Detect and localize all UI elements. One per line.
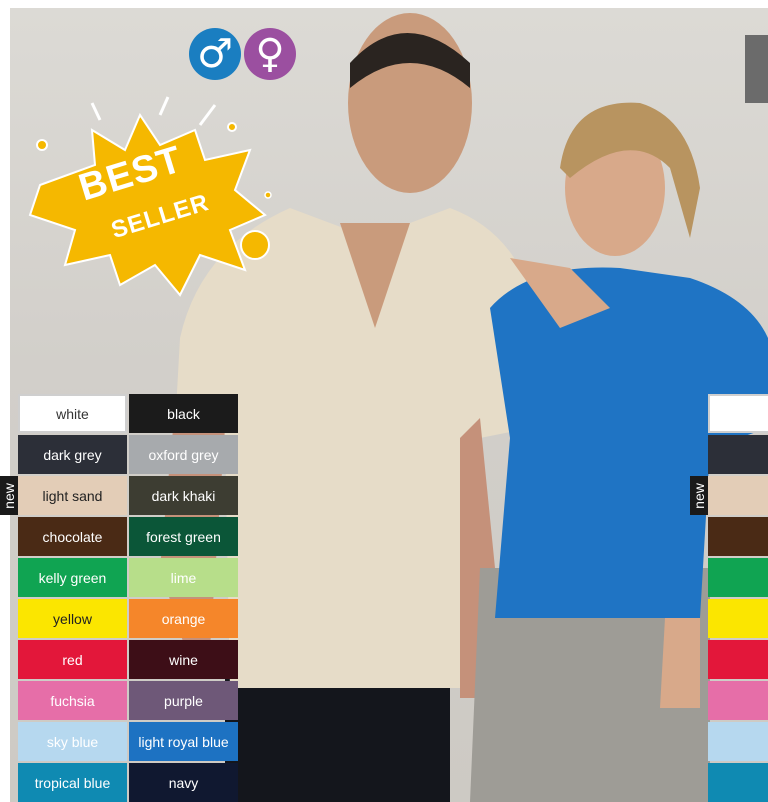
- swatch-label: kelly green: [38, 569, 107, 586]
- color-swatch-right-yello[interactable]: yello: [708, 599, 768, 638]
- woman-arm: [660, 618, 700, 708]
- dark-tab: [745, 35, 768, 103]
- color-swatch-grid: white black dark grey oxford grey light sand…: [18, 394, 238, 802]
- swatch-label: forest green: [146, 528, 221, 545]
- swatch-label: yellow: [53, 610, 92, 627]
- color-swatch-right-light-s[interactable]: light s: [708, 476, 768, 515]
- color-swatch-purple[interactable]: purple: [129, 681, 238, 720]
- swatch-label: dark grey: [43, 446, 102, 463]
- color-swatch-black[interactable]: black: [129, 394, 238, 433]
- color-swatch-fuchsia[interactable]: fuchsia: [18, 681, 127, 720]
- color-swatch-dark-grey[interactable]: dark grey: [18, 435, 127, 474]
- swatch-label: light royal blue: [138, 733, 229, 750]
- color-swatch-right-whi[interactable]: whi: [708, 394, 768, 433]
- swatch-label: white: [56, 405, 89, 422]
- swatch-label: chocolate: [42, 528, 103, 545]
- color-swatch-white[interactable]: white: [18, 394, 127, 433]
- color-swatch-right-dark-g[interactable]: dark g: [708, 435, 768, 474]
- color-swatch-chocolate[interactable]: chocolate: [18, 517, 127, 556]
- color-swatch-right-kelly-g[interactable]: kelly g: [708, 558, 768, 597]
- swatch-label: navy: [168, 774, 199, 791]
- new-tag-right-label: new: [691, 482, 707, 509]
- color-swatch-tropical-blue[interactable]: tropical blue: [18, 763, 127, 802]
- color-swatch-forest-green[interactable]: forest green: [129, 517, 238, 556]
- new-tag-label: new: [1, 482, 17, 509]
- swatch-label: dark khaki: [151, 487, 216, 504]
- color-swatch-right-choco[interactable]: choco: [708, 517, 768, 556]
- new-tag-right: new: [690, 476, 708, 515]
- new-tag: new: [0, 476, 18, 515]
- swatch-label: lime: [170, 569, 197, 586]
- color-swatch-right-tropica[interactable]: tropica: [708, 763, 768, 802]
- swatch-label: oxford grey: [148, 446, 219, 463]
- color-swatch-red[interactable]: red: [18, 640, 127, 679]
- color-swatch-right-fuchs[interactable]: fuchs: [708, 681, 768, 720]
- color-swatch-dark-khaki[interactable]: dark khaki: [129, 476, 238, 515]
- color-swatch-right-red[interactable]: red: [708, 640, 768, 679]
- color-swatch-oxford-grey[interactable]: oxford grey: [129, 435, 238, 474]
- color-swatch-kelly-green[interactable]: kelly green: [18, 558, 127, 597]
- swatch-label: orange: [161, 610, 206, 627]
- color-swatch-wine[interactable]: wine: [129, 640, 238, 679]
- color-swatch-orange[interactable]: orange: [129, 599, 238, 638]
- female-icon: ♀: [244, 28, 296, 80]
- swatch-label: light sand: [42, 487, 103, 504]
- male-icon: ♂: [189, 28, 241, 80]
- color-swatch-yellow[interactable]: yellow: [18, 599, 127, 638]
- color-swatch-light-royal-blue[interactable]: light royal blue: [129, 722, 238, 761]
- color-swatch-navy[interactable]: navy: [129, 763, 238, 802]
- color-swatch-grid-right: whidark glight schocokelly gyelloredfuch…: [708, 394, 768, 802]
- best-seller-splash: [28, 96, 272, 297]
- color-swatch-light-sand[interactable]: light sand: [18, 476, 127, 515]
- swatch-label: black: [167, 405, 200, 422]
- swatch-label: sky blue: [46, 733, 99, 750]
- swatch-label: fuchsia: [50, 692, 95, 709]
- swatch-label: tropical blue: [34, 774, 111, 791]
- swatch-label: wine: [169, 651, 198, 668]
- color-swatch-lime[interactable]: lime: [129, 558, 238, 597]
- swatch-label: red: [62, 651, 83, 668]
- swatch-label: purple: [164, 692, 203, 709]
- color-swatch-right-sky-b[interactable]: sky b: [708, 722, 768, 761]
- color-swatch-sky-blue[interactable]: sky blue: [18, 722, 127, 761]
- product-page: ♂ ♀ BEST SELLER new new white black dark g…: [0, 0, 768, 802]
